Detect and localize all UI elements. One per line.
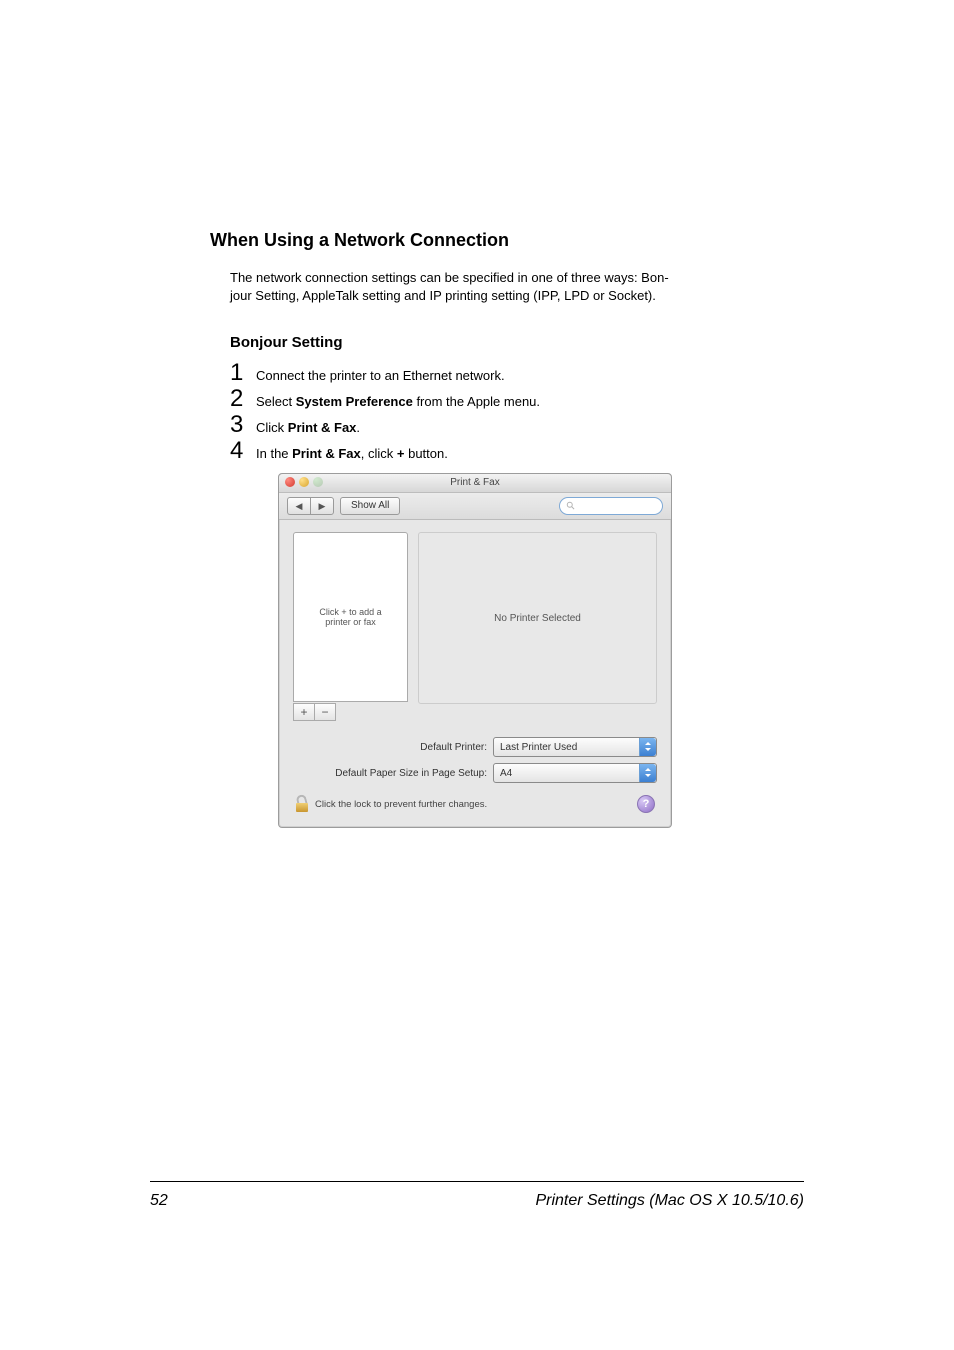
- add-remove-buttons: + −: [293, 703, 408, 721]
- lock-text: Click the lock to prevent further change…: [315, 799, 487, 810]
- search-input[interactable]: [559, 497, 663, 515]
- back-button[interactable]: ◀: [287, 497, 310, 515]
- step-number: 1: [230, 361, 252, 385]
- step: 2Select System Preference from the Apple…: [230, 387, 794, 411]
- printer-detail-pane: No Printer Selected: [418, 532, 657, 704]
- print-fax-window: Print & Fax ◀ ▶ Show All Click + to add …: [278, 473, 672, 828]
- steps-list: 1Connect the printer to an Ethernet netw…: [230, 361, 794, 463]
- search-icon: [566, 501, 576, 511]
- step-text: In the Print & Fax, click + button.: [252, 446, 448, 461]
- step-text: Click Print & Fax.: [252, 420, 360, 435]
- default-printer-select[interactable]: Last Printer Used: [493, 737, 657, 757]
- printer-list-hint: Click + to add a printer or fax: [319, 607, 381, 627]
- step-number: 4: [230, 439, 252, 463]
- chevron-updown-icon: [639, 764, 656, 782]
- help-button[interactable]: ?: [637, 795, 655, 813]
- chevron-updown-icon: [639, 738, 656, 756]
- section-heading: When Using a Network Connection: [210, 230, 794, 251]
- close-icon[interactable]: [285, 477, 295, 487]
- intro-line-2: jour Setting, AppleTalk setting and IP p…: [230, 288, 656, 303]
- default-paper-value: A4: [500, 768, 512, 779]
- step-text: Select System Preference from the Apple …: [252, 394, 540, 409]
- step-number: 2: [230, 387, 252, 411]
- default-printer-value: Last Printer Used: [500, 742, 577, 753]
- intro-text: The network connection settings can be s…: [230, 269, 794, 304]
- window-titlebar: Print & Fax: [279, 474, 671, 493]
- lock-icon[interactable]: [295, 796, 309, 812]
- show-all-button[interactable]: Show All: [340, 497, 400, 515]
- step-number: 3: [230, 413, 252, 437]
- step: 4In the Print & Fax, click + button.: [230, 439, 794, 463]
- window-toolbar: ◀ ▶ Show All: [279, 493, 671, 520]
- page-number: 52: [150, 1192, 168, 1210]
- step: 1Connect the printer to an Ethernet netw…: [230, 361, 794, 385]
- window-title: Print & Fax: [450, 477, 499, 488]
- page-footer: 52 Printer Settings (Mac OS X 10.5/10.6): [150, 1181, 804, 1210]
- window-traffic-lights: [285, 477, 323, 487]
- remove-printer-button[interactable]: −: [315, 703, 336, 721]
- add-printer-button[interactable]: +: [293, 703, 315, 721]
- default-paper-select[interactable]: A4: [493, 763, 657, 783]
- step: 3Click Print & Fax.: [230, 413, 794, 437]
- default-paper-label: Default Paper Size in Page Setup:: [293, 768, 493, 779]
- nav-buttons: ◀ ▶: [287, 497, 334, 515]
- step-text: Connect the printer to an Ethernet netwo…: [252, 368, 505, 383]
- zoom-icon[interactable]: [313, 477, 323, 487]
- intro-line-1: The network connection settings can be s…: [230, 270, 669, 285]
- forward-button[interactable]: ▶: [310, 497, 334, 515]
- running-title: Printer Settings (Mac OS X 10.5/10.6): [535, 1192, 804, 1210]
- printer-list-pane: Click + to add a printer or fax: [293, 532, 408, 702]
- subsection-heading: Bonjour Setting: [230, 334, 794, 351]
- no-printer-label: No Printer Selected: [494, 613, 581, 624]
- minimize-icon[interactable]: [299, 477, 309, 487]
- default-printer-label: Default Printer:: [293, 742, 493, 753]
